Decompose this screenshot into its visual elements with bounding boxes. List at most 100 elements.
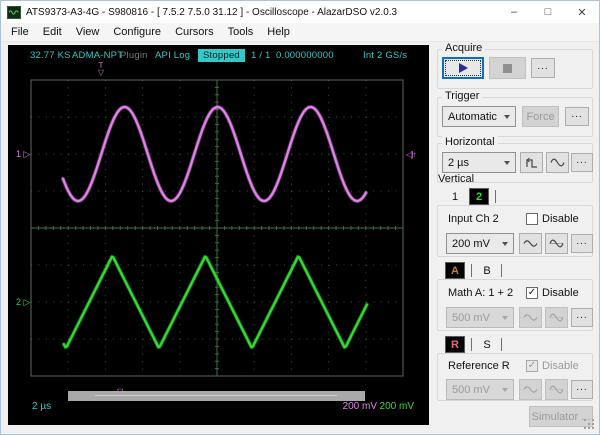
- play-icon: [458, 63, 468, 73]
- trigger-marker-arrow-icon: ▽: [97, 68, 105, 77]
- waveform-plot: [30, 79, 404, 377]
- menu-file[interactable]: File: [4, 24, 36, 40]
- acquire-stop-button[interactable]: [489, 57, 526, 79]
- sine-axis-icon: [549, 239, 564, 248]
- right-triangle-icon: ▷: [23, 297, 31, 307]
- menu-tools[interactable]: Tools: [221, 24, 261, 40]
- input-disable-checkbox[interactable]: [526, 213, 538, 225]
- math-expression-label: Math A: 1 + 2: [448, 287, 514, 299]
- pulse-icon: [525, 157, 537, 168]
- channel-tab-2[interactable]: 2: [469, 188, 489, 205]
- math-coupling-button[interactable]: [519, 307, 542, 328]
- input-channel-panel: Input Ch 2 Disable 200 mV ...: [437, 205, 593, 257]
- menu-view[interactable]: View: [69, 24, 107, 40]
- timebase-readout: 2 µs: [32, 401, 52, 412]
- simulator-button[interactable]: Simulator ...: [529, 406, 593, 427]
- timebase-select[interactable]: 2 µs: [442, 152, 516, 173]
- input-bandwidth-button[interactable]: [545, 233, 568, 254]
- reference-coupling-button[interactable]: [519, 379, 542, 400]
- reference-range-value: 500 mV: [452, 383, 490, 396]
- input-more-button[interactable]: ...: [571, 234, 593, 253]
- trigger-group-label: Trigger: [442, 90, 483, 102]
- channel1-zero-marker[interactable]: 1 ▷: [16, 149, 30, 159]
- scroll-trigger-marker-icon[interactable]: ▽: [117, 388, 123, 396]
- title-bar: ATS9373-A3-4G - S980816 - [ 7.5.2 7.5.0 …: [1, 1, 599, 23]
- math-disable-label: Disable: [542, 287, 579, 299]
- channel-tab-1[interactable]: 1: [445, 188, 465, 205]
- channel2-label: 2: [16, 297, 22, 307]
- sine-icon: [550, 158, 565, 167]
- resize-grip[interactable]: [584, 419, 586, 421]
- timebase-value: 2 µs: [448, 156, 470, 169]
- menu-cursors[interactable]: Cursors: [168, 24, 221, 40]
- stop-icon: [503, 63, 512, 73]
- horizontal-more-button[interactable]: ...: [571, 153, 593, 172]
- acquire-group-label: Acquire: [442, 42, 486, 54]
- ac-wave-icon: [523, 240, 538, 247]
- input-channel-label: Input Ch 2: [448, 213, 499, 225]
- acquire-start-button[interactable]: [442, 57, 484, 79]
- chevron-down-icon: [504, 114, 510, 119]
- chevron-down-icon: [502, 387, 508, 392]
- math-range-value: 500 mV: [452, 311, 490, 324]
- reference-disable-label: Disable: [542, 360, 579, 372]
- tab-separator: [495, 190, 496, 203]
- reference-tab-s[interactable]: S: [477, 336, 497, 353]
- app-window: ATS9373-A3-4G - S980816 - [ 7.5.2 7.5.0 …: [0, 0, 600, 435]
- ac-wave-icon: [523, 386, 538, 393]
- tab-separator: [501, 264, 502, 277]
- horizontal-pulse-button[interactable]: [520, 152, 543, 173]
- sine-axis-icon: [549, 385, 564, 394]
- ac-wave-icon: [523, 314, 538, 321]
- trigger-force-button[interactable]: Force: [522, 106, 559, 127]
- window-controls: – □ ✕: [497, 1, 599, 23]
- tab-separator: [471, 338, 472, 351]
- menu-edit[interactable]: Edit: [36, 24, 69, 40]
- math-tab-a[interactable]: A: [445, 262, 465, 279]
- reference-more-button[interactable]: ...: [571, 380, 593, 399]
- app-icon: [7, 5, 21, 19]
- menu-help[interactable]: Help: [260, 24, 297, 40]
- maximize-button[interactable]: □: [531, 1, 565, 23]
- menu-configure[interactable]: Configure: [106, 24, 168, 40]
- ch2-scale-readout: 200 mV: [379, 401, 414, 412]
- math-tab-b[interactable]: B: [477, 262, 497, 279]
- channel2-zero-marker[interactable]: 2 ▷: [16, 297, 30, 307]
- input-range-select[interactable]: 200 mV: [446, 233, 514, 254]
- trigger-mode-value: Automatic: [448, 110, 497, 123]
- reference-range-select[interactable]: 500 mV: [446, 379, 514, 400]
- input-coupling-button[interactable]: [519, 233, 542, 254]
- tab-separator: [471, 264, 472, 277]
- scope-display: 32.77 KS ADMA-NPT Plugin API Log Stopped…: [8, 45, 429, 425]
- horizontal-sine-button[interactable]: [546, 152, 569, 173]
- math-bandwidth-button[interactable]: [545, 307, 568, 328]
- channel1-label: 1: [16, 149, 22, 159]
- math-disable-checkbox[interactable]: ✓: [526, 287, 538, 299]
- acquire-more-button[interactable]: ...: [531, 58, 555, 78]
- trigger-level-marker[interactable]: ◁]↑: [406, 150, 416, 159]
- trigger-position-marker[interactable]: T ▽: [96, 62, 106, 77]
- trigger-mode-select[interactable]: Automatic: [442, 106, 516, 127]
- minimize-button[interactable]: –: [497, 1, 531, 23]
- reference-tab-r[interactable]: R: [445, 336, 465, 353]
- chevron-down-icon: [502, 241, 508, 246]
- menu-bar: File Edit View Configure Cursors Tools H…: [1, 23, 599, 42]
- reference-bandwidth-button[interactable]: [545, 379, 568, 400]
- input-range-value: 200 mV: [452, 237, 490, 250]
- record-scrollbar[interactable]: [68, 391, 365, 401]
- reference-disable-checkbox[interactable]: ✓: [526, 360, 538, 372]
- reference-panel: Reference R ✓ Disable 500 mV ...: [437, 353, 593, 401]
- horizontal-group-label: Horizontal: [442, 136, 498, 148]
- window-title: ATS9373-A3-4G - S980816 - [ 7.5.2 7.5.0 …: [26, 6, 398, 18]
- math-more-button[interactable]: ...: [571, 308, 593, 327]
- input-disable-label: Disable: [542, 213, 579, 225]
- math-panel: Math A: 1 + 2 ✓ Disable 500 mV ...: [437, 279, 593, 331]
- ch1-scale-readout: 200 mV: [342, 401, 377, 412]
- close-button[interactable]: ✕: [565, 1, 599, 23]
- trigger-more-button[interactable]: ...: [565, 107, 589, 126]
- math-range-select[interactable]: 500 mV: [446, 307, 514, 328]
- chevron-down-icon: [504, 160, 510, 165]
- trigger-group: Trigger Automatic Force ...: [437, 90, 593, 137]
- tab-separator: [501, 338, 502, 351]
- vertical-section-label: Vertical: [438, 173, 475, 185]
